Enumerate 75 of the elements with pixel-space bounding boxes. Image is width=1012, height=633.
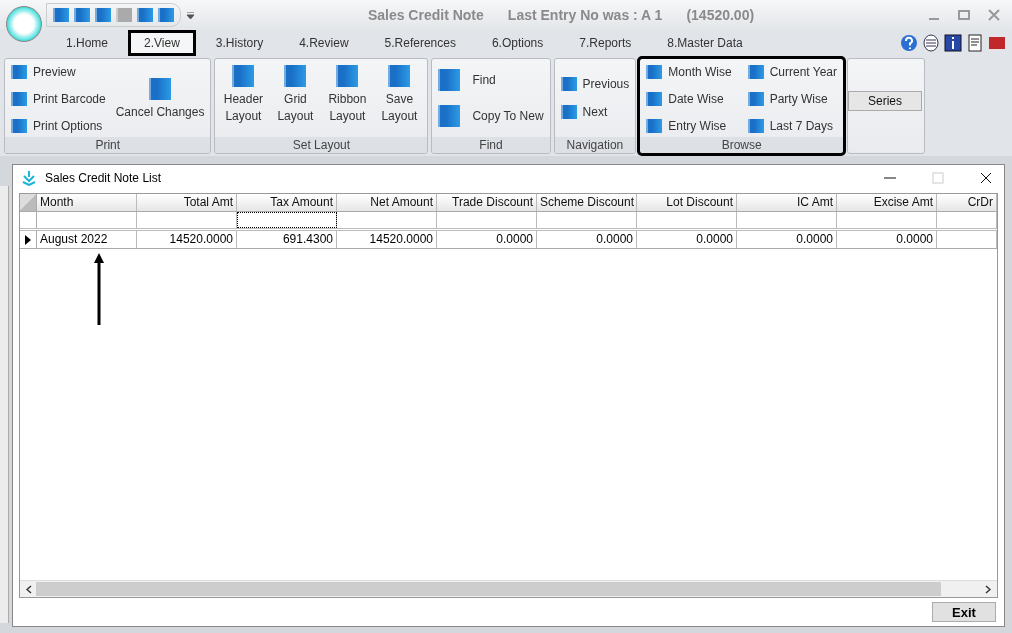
group-caption: Set Layout [215,137,428,153]
table-cell: 0.0000 [637,231,737,248]
ribbon-tab[interactable]: 1.Home [50,30,125,56]
ribbon-button[interactable]: Save Layout [377,65,422,134]
document-icon[interactable] [966,34,984,52]
exit-button[interactable]: Exit [932,602,996,622]
group-caption: Find [432,137,550,153]
table-cell: 14520.0000 [337,231,437,248]
ribbon-button[interactable]: Find [438,65,544,95]
ribbon-button[interactable]: Copy To New [438,101,544,131]
ribbon-tab[interactable]: 3.History [199,30,280,56]
ribbon-tab[interactable]: 5.References [368,30,472,56]
ribbon-button[interactable]: Month Wise [646,61,732,83]
toolbar-tile-icon[interactable] [53,8,69,22]
window-title: Sales Credit Note [367,7,484,23]
filter-field[interactable] [237,212,337,228]
amount-text: (14520.00) [686,7,755,23]
column-header[interactable]: Lot Discount [637,194,737,211]
scroll-left-icon[interactable] [26,584,32,594]
horizontal-scrollbar[interactable] [20,580,997,597]
toolbar-tile-icon[interactable] [95,8,111,22]
ribbon-button[interactable]: Print Barcode [11,88,106,110]
column-header[interactable]: Month [37,194,137,211]
column-header[interactable]: Net Amount [337,194,437,211]
window-title: Sales Credit Note List [45,171,162,185]
customize-caret-icon[interactable] [187,11,194,19]
ribbon-tab[interactable]: 8.Master Data [651,30,759,56]
ribbon-button[interactable]: Date Wise [646,88,732,110]
group-caption: Browse [640,137,844,153]
toolbar-tile-icon[interactable] [74,8,90,22]
ribbon-button[interactable]: Previous [560,73,630,95]
column-header[interactable]: CrDr [937,194,997,211]
ribbon-button[interactable]: Preview [11,61,106,83]
table-cell: 14520.0000 [137,231,237,248]
table-cell: 0.0000 [837,231,937,248]
ribbon-button[interactable]: Header Layout [221,65,266,134]
table-cell: 0.0000 [737,231,837,248]
column-header[interactable]: Excise Amt [837,194,937,211]
group-caption: Navigation [554,137,636,153]
ribbon-button[interactable]: Last 7 Days [747,115,838,137]
scroll-right-icon[interactable] [985,584,991,594]
info-icon[interactable] [944,34,962,52]
ribbon-tab[interactable]: 7.Reports [563,30,648,56]
ribbon-button[interactable]: Ribbon Layout [325,65,370,134]
column-header[interactable]: IC Amt [737,194,837,211]
column-header[interactable]: Trade Discount [437,194,537,211]
last-entry-text: Last Entry No was : A 1 [507,7,663,23]
ribbon-tab[interactable]: 2.View [128,30,196,56]
table-cell: 0.0000 [537,231,637,248]
table-cell: August 2022 [37,231,137,248]
close-icon[interactable] [980,172,992,184]
table-cell: 691.4300 [237,231,337,248]
exit-sign-icon[interactable] [988,34,1006,52]
help-icon[interactable] [900,34,918,52]
ribbon-button[interactable]: Print Options [11,115,106,137]
group-caption: Print [5,137,211,153]
toolbar-tile-icon[interactable] [158,8,174,22]
ribbon-button[interactable]: Cancel Changes [115,61,205,138]
table-cell: 0.0000 [437,231,537,248]
ribbon-tab[interactable]: 6.Options [475,30,560,56]
ribbon-button[interactable]: Current Year [747,61,838,83]
database-icon[interactable] [922,34,940,52]
app-logo-icon [21,170,37,186]
ribbon-button[interactable]: Party Wise [747,88,838,110]
column-header[interactable]: Scheme Discount [537,194,637,211]
series-button[interactable]: Series [848,91,923,111]
maximize-icon[interactable] [958,9,970,21]
ribbon-button[interactable]: Next [560,101,630,123]
column-header[interactable]: Tax Amount [237,194,337,211]
column-header[interactable]: Total Amt [137,194,237,211]
app-logo-icon[interactable] [6,6,42,42]
ribbon-button[interactable]: Grid Layout [273,65,318,134]
ribbon-button[interactable]: Entry Wise [646,115,732,137]
toolbar-tile-icon[interactable] [137,8,153,22]
ribbon-tab[interactable]: 4.Review [283,30,365,56]
